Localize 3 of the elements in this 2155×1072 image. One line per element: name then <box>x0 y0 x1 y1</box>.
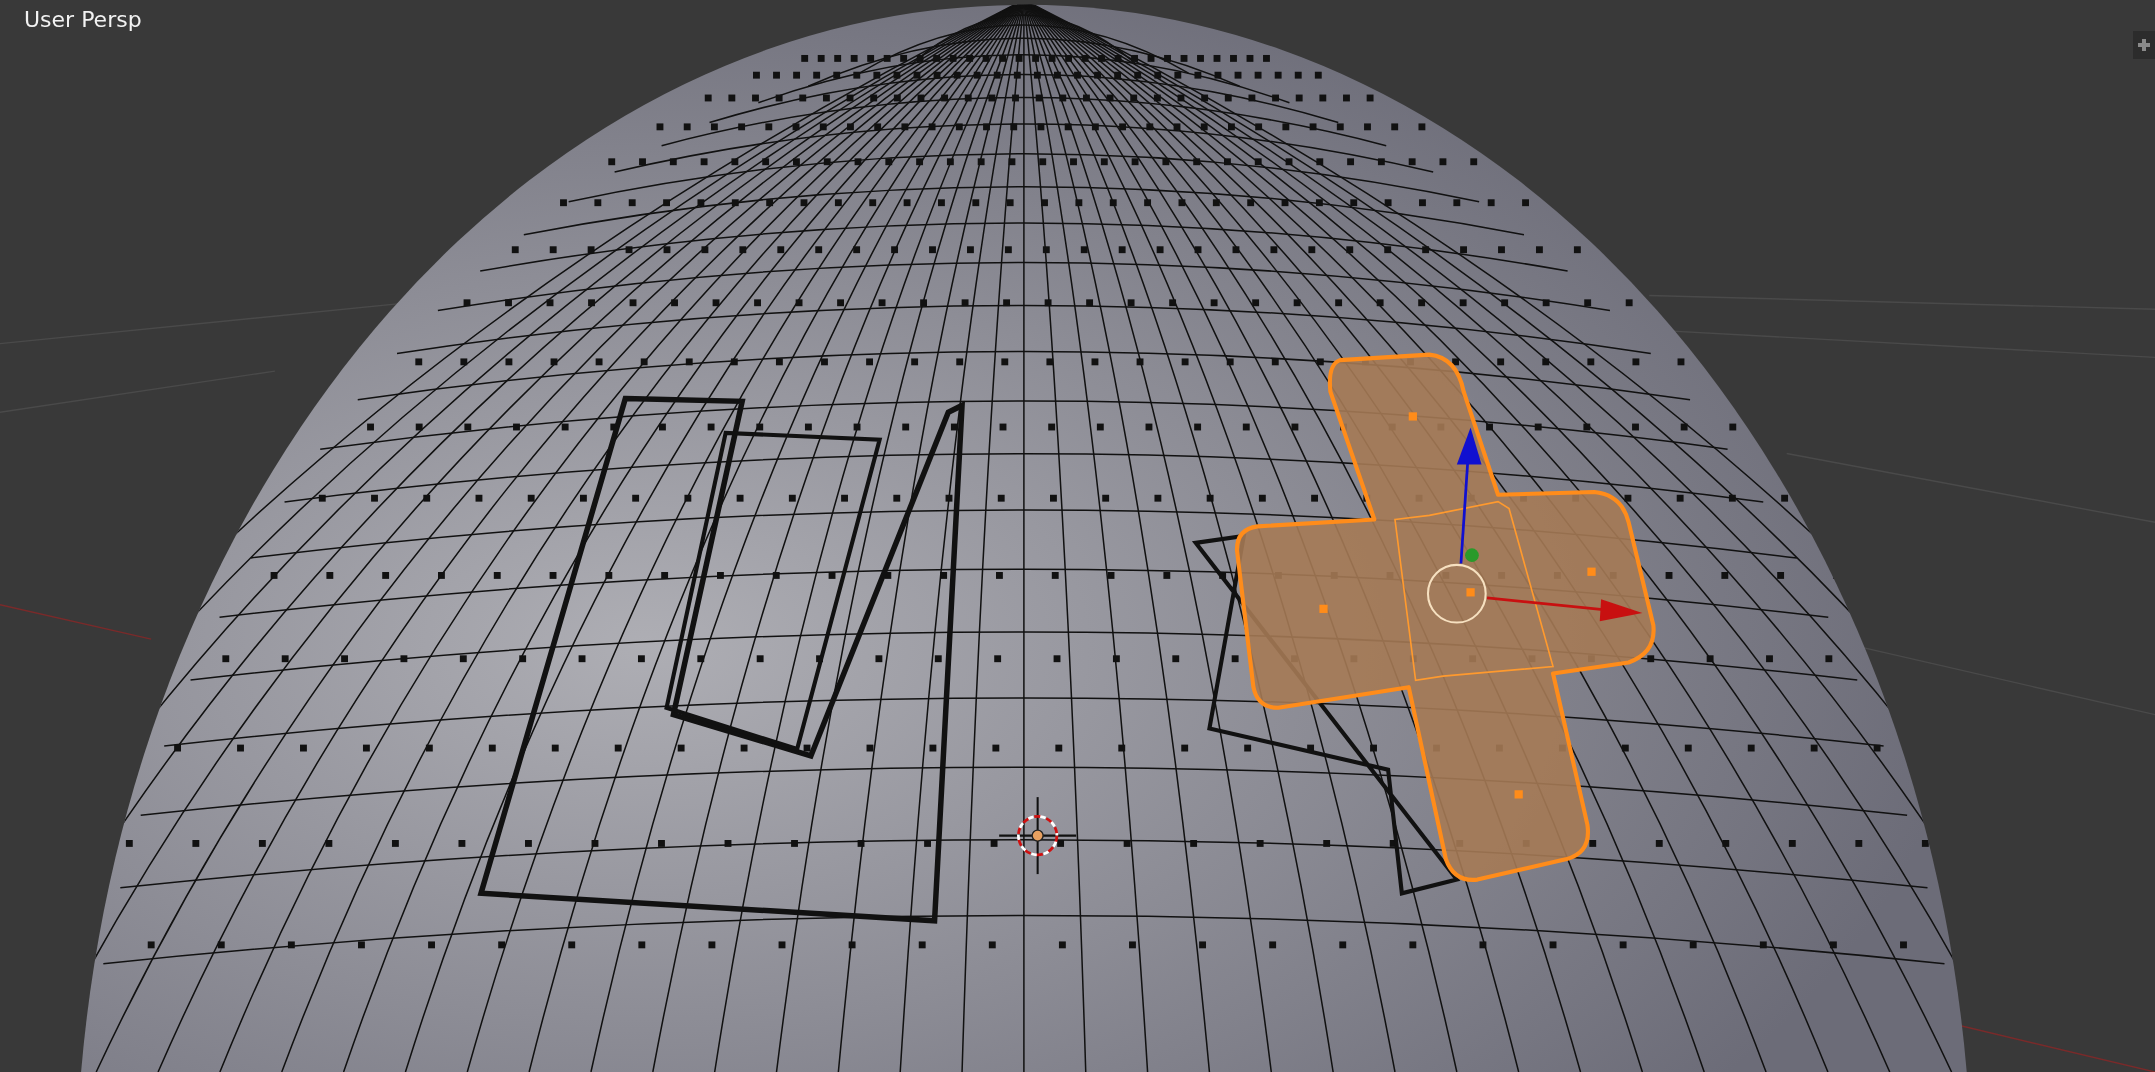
viewport-title: User Persp <box>24 6 142 34</box>
3d-cursor-icon <box>999 797 1077 875</box>
plus-icon[interactable] <box>2133 31 2155 59</box>
